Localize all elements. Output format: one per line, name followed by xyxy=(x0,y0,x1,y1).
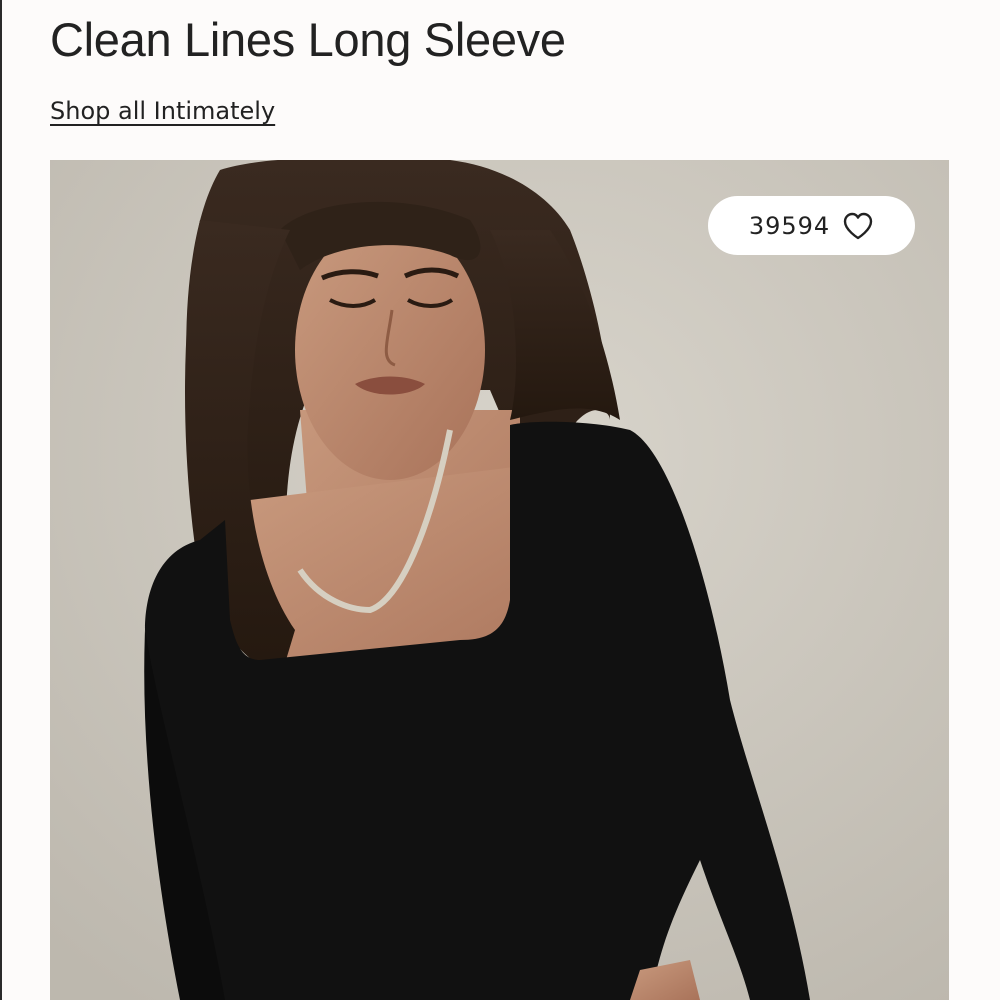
product-photo xyxy=(50,160,949,1000)
heart-outline-icon xyxy=(843,212,873,239)
product-page: Clean Lines Long Sleeve Shop all Intimat… xyxy=(0,0,1000,1000)
page-edge-divider xyxy=(0,0,2,1000)
favorite-count: 39594 xyxy=(748,211,831,240)
shop-all-brand-link[interactable]: Shop all Intimately xyxy=(50,94,275,128)
product-title: Clean Lines Long Sleeve xyxy=(50,13,566,66)
product-image[interactable] xyxy=(50,160,949,1000)
favorite-button[interactable]: 39594 xyxy=(708,196,915,255)
